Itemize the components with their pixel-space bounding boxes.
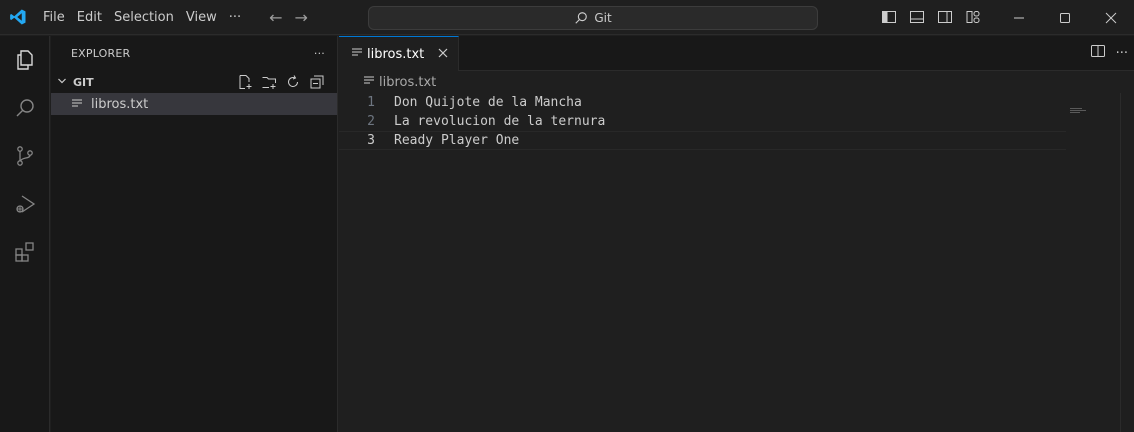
text-file-icon bbox=[351, 46, 363, 62]
toggle-panel-icon[interactable] bbox=[908, 8, 926, 26]
title-bar: File Edit Selection View ··· ← → Git bbox=[0, 0, 1134, 35]
new-folder-icon[interactable] bbox=[261, 74, 277, 90]
code-editor[interactable]: 1 Don Quijote de la Mancha 2 La revoluci… bbox=[339, 93, 1134, 150]
new-file-icon[interactable] bbox=[237, 74, 253, 90]
source-control-icon[interactable] bbox=[0, 132, 50, 180]
line-text: Ready Player One bbox=[394, 133, 520, 148]
text-file-icon bbox=[363, 74, 375, 90]
maximize-icon bbox=[1060, 12, 1070, 23]
tab-label: libros.txt bbox=[367, 46, 425, 62]
vscode-logo-icon bbox=[0, 0, 35, 35]
line-text: Don Quijote de la Mancha bbox=[394, 95, 582, 110]
chevron-down-icon bbox=[57, 76, 73, 89]
explorer-header: EXPLORER ··· bbox=[51, 36, 337, 71]
code-line: 1 Don Quijote de la Mancha bbox=[339, 93, 1134, 112]
menu-file[interactable]: File bbox=[37, 0, 71, 35]
file-name: libros.txt bbox=[91, 96, 149, 112]
window-controls bbox=[996, 0, 1134, 35]
toggle-primary-sidebar-icon[interactable] bbox=[880, 8, 898, 26]
collapse-all-icon[interactable] bbox=[309, 74, 325, 90]
folder-name: GIT bbox=[73, 75, 94, 89]
search-icon[interactable] bbox=[0, 84, 50, 132]
menu-more[interactable]: ··· bbox=[223, 0, 247, 35]
code-line: 2 La revolucion de la ternura bbox=[339, 112, 1134, 131]
back-arrow-icon[interactable]: ← bbox=[269, 8, 282, 27]
close-tab-icon[interactable] bbox=[438, 46, 448, 62]
folder-git[interactable]: GIT bbox=[51, 71, 337, 93]
command-center-label: Git bbox=[594, 11, 612, 25]
explorer-title: EXPLORER bbox=[71, 47, 131, 60]
extensions-icon[interactable] bbox=[0, 228, 50, 276]
breadcrumb-file[interactable]: libros.txt bbox=[379, 75, 436, 90]
line-number: 2 bbox=[367, 114, 375, 129]
layout-controls bbox=[880, 8, 982, 26]
breadcrumb: libros.txt bbox=[339, 71, 1134, 93]
menu-selection[interactable]: Selection bbox=[108, 0, 180, 35]
tab-libros[interactable]: libros.txt bbox=[339, 36, 460, 71]
command-center-search[interactable]: Git bbox=[368, 6, 818, 30]
text-file-icon bbox=[71, 97, 87, 112]
minimize-icon bbox=[1014, 17, 1024, 18]
refresh-icon[interactable] bbox=[285, 74, 301, 90]
minimap[interactable] bbox=[1070, 102, 1094, 113]
run-debug-icon[interactable] bbox=[0, 180, 50, 228]
editor-actions: ··· bbox=[1090, 43, 1128, 63]
close-icon bbox=[1105, 12, 1117, 23]
line-number: 1 bbox=[367, 95, 375, 110]
customize-layout-icon[interactable] bbox=[964, 8, 982, 26]
maximize-button[interactable] bbox=[1042, 0, 1088, 35]
menu-edit[interactable]: Edit bbox=[71, 0, 108, 35]
explorer-file-libros[interactable]: libros.txt bbox=[51, 93, 337, 115]
folder-actions bbox=[237, 74, 337, 90]
close-window-button[interactable] bbox=[1088, 0, 1134, 35]
line-text: La revolucion de la ternura bbox=[394, 114, 606, 129]
code-line-current: 3 Ready Player One bbox=[339, 131, 1066, 150]
editor-tabs: libros.txt ··· bbox=[339, 36, 1134, 71]
minimize-button[interactable] bbox=[996, 0, 1042, 35]
explorer-sidebar: EXPLORER ··· GIT libros.txt bbox=[51, 36, 338, 432]
editor-more-button[interactable]: ··· bbox=[1116, 46, 1128, 61]
vertical-scrollbar[interactable] bbox=[1120, 93, 1134, 432]
menu-bar: File Edit Selection View ··· bbox=[37, 0, 247, 35]
split-editor-icon[interactable] bbox=[1090, 43, 1106, 63]
forward-arrow-icon[interactable]: → bbox=[295, 8, 308, 27]
toggle-secondary-sidebar-icon[interactable] bbox=[936, 8, 954, 26]
search-icon bbox=[575, 12, 588, 24]
line-number: 3 bbox=[367, 133, 375, 148]
menu-view[interactable]: View bbox=[180, 0, 223, 35]
activity-bar bbox=[0, 36, 50, 432]
explorer-more-button[interactable]: ··· bbox=[314, 47, 325, 60]
editor-area: libros.txt ··· libros.txt 1 Don Quijote … bbox=[339, 36, 1134, 432]
explorer-icon[interactable] bbox=[0, 36, 50, 84]
navigation-arrows: ← → bbox=[269, 8, 308, 27]
